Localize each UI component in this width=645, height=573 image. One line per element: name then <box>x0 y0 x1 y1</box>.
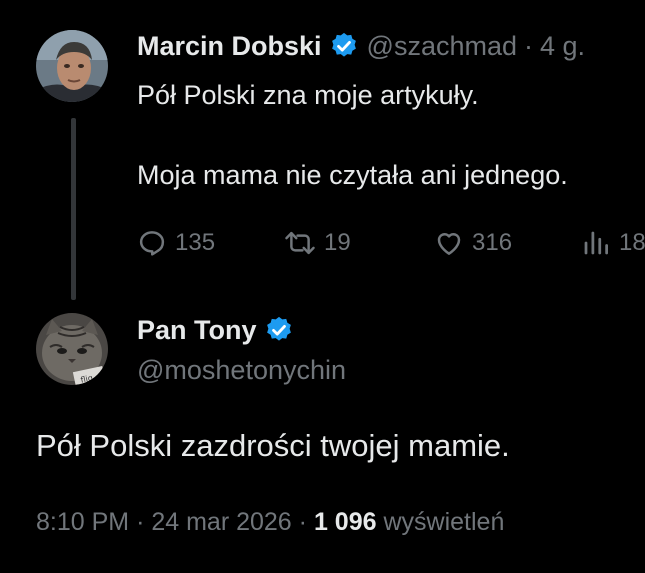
parent-tweet-text-line-1: Pół Polski zna moje artykuły. <box>137 80 479 110</box>
views-label: wyświetleń <box>383 508 505 536</box>
views-chart-icon <box>584 231 608 255</box>
cat-avatar-icon: flig <box>36 313 108 385</box>
parent-tweet-header: Marcin Dobski @szachmad · 4 g. <box>137 28 585 64</box>
reply-author-name[interactable]: Pan Tony <box>137 315 257 346</box>
reply-button[interactable]: 135 <box>137 226 215 260</box>
verified-badge-icon <box>331 32 356 57</box>
views-count: 18 <box>619 229 645 256</box>
reply-author-avatar[interactable]: flig <box>36 313 108 385</box>
heart-icon <box>437 233 461 255</box>
reply-count: 135 <box>175 229 216 256</box>
like-button[interactable]: 316 <box>434 226 512 260</box>
parent-author-avatar[interactable] <box>36 30 108 102</box>
retweet-count: 19 <box>324 229 351 256</box>
verified-badge-icon <box>266 316 291 341</box>
svg-text:flig: flig <box>80 373 94 384</box>
retweet-button[interactable]: 19 <box>284 226 351 260</box>
views-button[interactable]: 18 <box>581 226 645 260</box>
retweet-icon <box>285 231 315 255</box>
reply-tweet-text: Pół Polski zazdrości twojej mamie. <box>36 428 510 463</box>
portrait-avatar-icon <box>36 30 108 102</box>
parent-author-name[interactable]: Marcin Dobski <box>137 31 322 62</box>
reply-tweet-header: Pan Tony <box>137 312 294 348</box>
views-total[interactable]: 1 096 <box>314 508 377 536</box>
parent-tweet-text-line-2: Moja mama nie czytała ani jednego. <box>137 160 568 190</box>
tweet-time[interactable]: 8:10 PM <box>36 508 129 536</box>
meta-separator: · <box>298 508 307 536</box>
header-separator: · <box>524 30 534 61</box>
reply-author-handle[interactable]: @moshetonychin <box>137 355 346 386</box>
thread-connector-line <box>71 118 76 300</box>
parent-tweet-age[interactable]: 4 g. <box>540 31 585 62</box>
reply-icon <box>139 231 165 256</box>
meta-separator: · <box>136 508 145 536</box>
tweet-date[interactable]: 24 mar 2026 <box>151 508 291 536</box>
reply-tweet-meta: 8:10 PM · 24 mar 2026 · 1 096 wyświetleń <box>36 508 504 537</box>
parent-tweet-actions: 135 19 316 18 <box>137 226 645 260</box>
like-count: 316 <box>472 229 513 256</box>
parent-author-handle[interactable]: @szachmad <box>367 31 517 62</box>
